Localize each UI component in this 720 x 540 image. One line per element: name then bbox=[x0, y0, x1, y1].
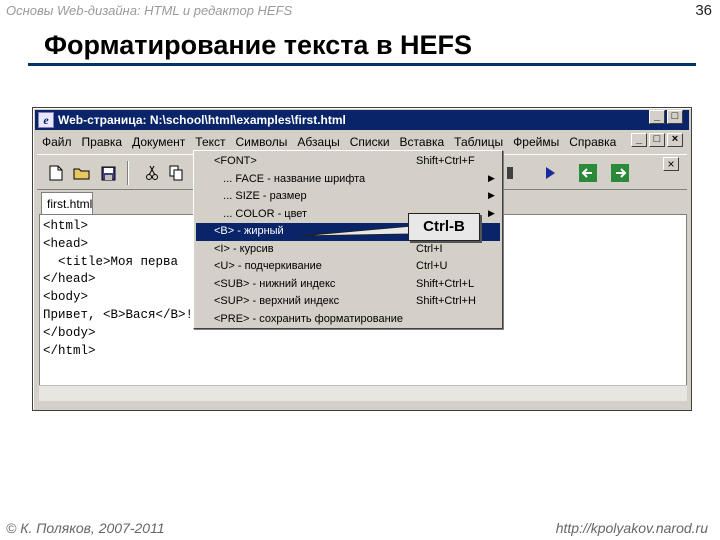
submenu-arrow-icon: ▶ bbox=[488, 190, 495, 200]
window-titlebar[interactable]: e Web-страница: N:\school\html\examples\… bbox=[35, 110, 689, 130]
play-icon[interactable] bbox=[539, 163, 561, 183]
menu-item[interactable]: Текст bbox=[190, 135, 230, 149]
menu-item[interactable]: Фреймы bbox=[508, 135, 564, 149]
slide-number: 36 bbox=[695, 2, 712, 19]
slide-title: Форматирование текста в HEFS bbox=[44, 30, 473, 60]
dropdown-item-label: <SUB> - нижний индекс bbox=[214, 277, 336, 290]
dropdown-item[interactable]: <FONT> Shift+Ctrl+F bbox=[196, 153, 500, 171]
toolbar-close-icon[interactable]: × bbox=[663, 157, 679, 171]
dropdown-item-label: <SUP> - верхний индекс bbox=[214, 295, 340, 307]
menu-item[interactable]: Документ bbox=[127, 135, 190, 149]
dropdown-item[interactable]: <I> - курсив Ctrl+I bbox=[196, 241, 500, 259]
dropdown-item[interactable]: <U> - подчеркивание Ctrl+U bbox=[196, 258, 500, 276]
submenu-arrow-icon: ▶ bbox=[488, 172, 495, 183]
window-title: Web-страница: N:\school\html\examples\fi… bbox=[58, 113, 346, 127]
tab-first-html[interactable]: first.html bbox=[41, 192, 93, 214]
dropdown-item-label: ... FACE - название шрифта bbox=[214, 172, 366, 185]
dropdown-item-label: ... SIZE - размер bbox=[214, 190, 307, 202]
dropdown-item-shortcut: Shift+Ctrl+F bbox=[416, 155, 475, 167]
title-rule bbox=[28, 63, 696, 66]
toolbar-separator bbox=[127, 161, 129, 185]
dropdown-item-label: <FONT> bbox=[214, 155, 257, 167]
menu-item[interactable]: Абзацы bbox=[292, 135, 344, 149]
footer-url[interactable]: http://kpolyakov.narod.ru bbox=[556, 520, 708, 536]
cut-icon[interactable] bbox=[141, 163, 163, 183]
menubar: Файл Правка Документ Текст Символы Абзацы Спис… bbox=[37, 132, 621, 152]
footer-copyright: © К. Поляков, 2007-2011 bbox=[6, 520, 165, 536]
shortcut-callout: Ctrl-B bbox=[408, 213, 480, 241]
dropdown-item-shortcut: Shift+Ctrl+H bbox=[416, 295, 476, 307]
menu-item[interactable]: Символы bbox=[231, 135, 293, 149]
copy-icon[interactable] bbox=[165, 163, 187, 183]
dropdown-item-label: <PRE> - сохранить форматирование bbox=[214, 312, 403, 325]
dropdown-item-label: <B> - жирный bbox=[214, 225, 284, 237]
submenu-arrow-icon: ▶ bbox=[488, 207, 495, 218]
callout-pointer bbox=[300, 226, 412, 237]
horizontal-scrollbar[interactable] bbox=[39, 385, 687, 401]
menu-item[interactable]: Справка bbox=[564, 135, 621, 149]
dropdown-item-label: <I> - курсив bbox=[214, 242, 274, 255]
menu-item[interactable]: Списки bbox=[345, 135, 395, 149]
dropdown-item-shortcut: Shift+Ctrl+L bbox=[416, 277, 475, 290]
minimize-button[interactable]: _ bbox=[649, 110, 665, 124]
doc-minimize-button[interactable]: _ bbox=[631, 133, 647, 147]
dropdown-item[interactable]: ... SIZE - размер ▶ bbox=[196, 188, 500, 206]
dropdown-item[interactable]: <PRE> - сохранить форматирование bbox=[196, 311, 500, 329]
code-line: </html> bbox=[43, 343, 96, 358]
doc-close-button[interactable]: × bbox=[667, 133, 683, 147]
menu-item[interactable]: Правка bbox=[77, 135, 128, 149]
new-file-icon[interactable] bbox=[45, 163, 67, 183]
open-folder-icon[interactable] bbox=[71, 163, 93, 183]
dropdown-item-shortcut: Ctrl+U bbox=[416, 260, 448, 272]
dropdown-item[interactable]: <SUB> - нижний индекс Shift+Ctrl+L bbox=[196, 276, 500, 294]
back-arrow-icon[interactable] bbox=[577, 163, 599, 183]
menu-item[interactable]: Файл bbox=[37, 135, 77, 149]
forward-arrow-icon[interactable] bbox=[609, 163, 631, 183]
dropdown-item-label: <U> - подчеркивание bbox=[214, 260, 322, 272]
dropdown-item-shortcut: Ctrl+I bbox=[416, 242, 443, 255]
dropdown-item-label: ... COLOR - цвет bbox=[214, 207, 308, 220]
course-title: Основы Web-дизайна: HTML и редактор HEFS bbox=[6, 3, 293, 18]
dropdown-item[interactable]: ... FACE - название шрифта ▶ bbox=[196, 171, 500, 189]
menu-item[interactable]: Таблицы bbox=[449, 135, 508, 149]
dropdown-item[interactable]: <SUP> - верхний индекс Shift+Ctrl+H bbox=[196, 293, 500, 311]
menu-item[interactable]: Вставка bbox=[395, 135, 450, 149]
maximize-button[interactable]: □ bbox=[667, 110, 683, 124]
app-icon: e bbox=[38, 112, 54, 128]
save-icon[interactable] bbox=[97, 163, 119, 183]
doc-restore-button[interactable]: □ bbox=[649, 133, 665, 147]
